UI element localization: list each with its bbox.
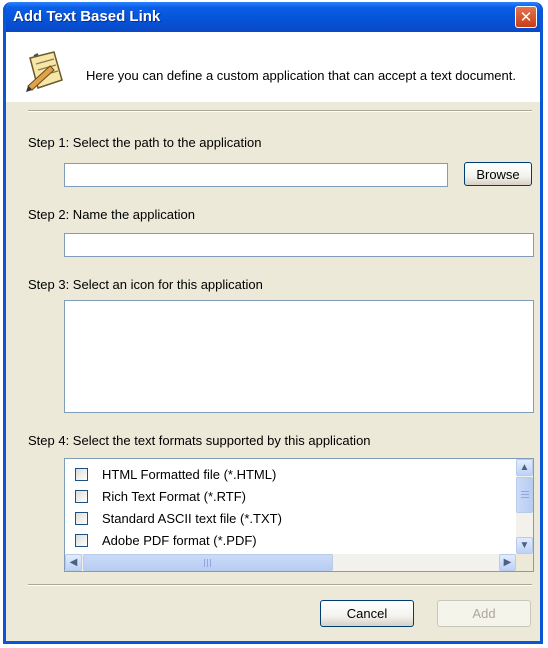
format-label: Rich Text Format (*.RTF) (102, 488, 246, 504)
horizontal-scrollbar[interactable]: ◀ ▶ (65, 554, 516, 571)
window-title: Add Text Based Link (13, 8, 161, 25)
scrollbar-corner (516, 554, 533, 571)
chevron-down-icon: ▼ (519, 540, 530, 551)
header-separator (28, 110, 532, 112)
list-item[interactable]: HTML Formatted file (*.HTML) (75, 463, 276, 485)
header-panel: Here you can define a custom application… (6, 32, 540, 102)
list-item[interactable]: Standard ASCII text file (*.TXT) (75, 507, 282, 529)
close-button[interactable]: ✕ (515, 6, 537, 28)
format-checkbox[interactable] (75, 533, 88, 547)
cancel-button[interactable]: Cancel (320, 600, 414, 627)
format-label: Standard ASCII text file (*.TXT) (102, 510, 282, 526)
add-button[interactable]: Add (437, 600, 531, 627)
list-item[interactable]: Adobe PDF format (*.PDF) (75, 529, 257, 551)
scroll-left-button[interactable]: ◀ (65, 554, 82, 571)
title-bar[interactable]: Add Text Based Link ✕ (6, 2, 540, 32)
text-format-list[interactable]: HTML Formatted file (*.HTML) Rich Text F… (64, 458, 534, 572)
chevron-up-icon: ▲ (519, 462, 530, 473)
close-icon: ✕ (519, 9, 533, 26)
chevron-right-icon: ▶ (503, 557, 512, 568)
vertical-scrollbar[interactable]: ▲ ▼ (516, 459, 533, 554)
step3-label: Step 3: Select an icon for this applicat… (28, 277, 263, 292)
step2-label: Step 2: Name the application (28, 207, 195, 222)
browse-button[interactable]: Browse (464, 162, 532, 186)
footer-separator (28, 584, 532, 586)
dialog-window: Add Text Based Link ✕ Here you can defin… (3, 2, 543, 644)
notepad-pencil-icon (26, 51, 63, 92)
chevron-left-icon: ◀ (69, 557, 78, 568)
step4-label: Step 4: Select the text formats supporte… (28, 433, 371, 448)
scroll-down-button[interactable]: ▼ (516, 537, 533, 554)
vertical-scroll-thumb[interactable] (516, 477, 533, 513)
format-checkbox[interactable] (75, 467, 88, 481)
icon-selection-area[interactable] (64, 300, 534, 413)
format-label: HTML Formatted file (*.HTML) (102, 466, 277, 482)
header-description: Here you can define a custom application… (86, 68, 516, 83)
format-checkbox[interactable] (75, 511, 88, 525)
step1-label: Step 1: Select the path to the applicati… (28, 135, 262, 150)
list-item[interactable]: Rich Text Format (*.RTF) (75, 485, 246, 507)
scroll-up-button[interactable]: ▲ (516, 459, 533, 476)
application-name-input[interactable] (64, 233, 534, 257)
horizontal-scroll-thumb[interactable] (83, 554, 333, 571)
format-checkbox[interactable] (75, 489, 88, 503)
format-label: Adobe PDF format (*.PDF) (102, 532, 257, 548)
scroll-right-button[interactable]: ▶ (499, 554, 516, 571)
application-path-input[interactable] (64, 163, 448, 187)
